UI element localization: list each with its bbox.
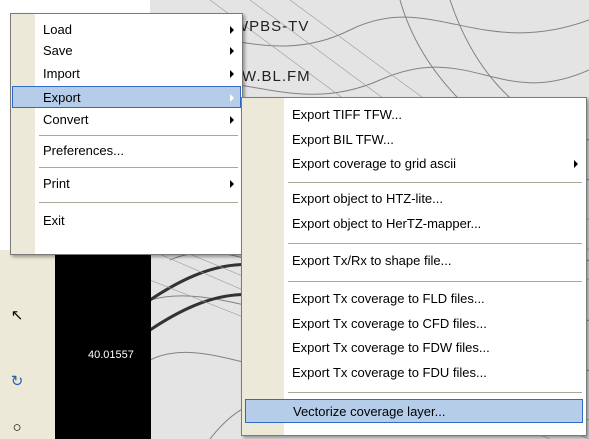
- menu-item-export-htz-lite[interactable]: Export object to HTZ-lite...: [244, 188, 584, 210]
- menu-separator: [39, 202, 238, 203]
- menu-item-save[interactable]: Save: [13, 40, 240, 62]
- menu-item-export-grid-ascii[interactable]: Export coverage to grid ascii: [244, 153, 584, 175]
- menu-separator: [39, 135, 238, 136]
- menu-item-label: Export object to HerTZ-mapper...: [292, 216, 482, 231]
- menu-item-convert[interactable]: Convert: [13, 109, 240, 131]
- menu-item-export-cfd[interactable]: Export Tx coverage to CFD files...: [244, 313, 584, 335]
- menu-separator: [288, 281, 582, 282]
- export-submenu: Export TIFF TFW... Export BIL TFW... Exp…: [241, 97, 587, 436]
- menu-item-label: Export: [43, 90, 81, 105]
- circle-tool-icon[interactable]: ○: [9, 420, 25, 436]
- menu-separator: [288, 182, 582, 183]
- menu-item-label: Export Tx coverage to FDU files...: [292, 365, 487, 380]
- info-panel: [55, 250, 151, 439]
- submenu-arrow-icon: [230, 47, 234, 55]
- menu-item-label: Export object to HTZ-lite...: [292, 191, 443, 206]
- map-station-label: WPBS-TV: [234, 18, 310, 35]
- submenu-arrow-icon: [230, 94, 234, 102]
- coordinate-readout: 40.01557: [88, 349, 134, 361]
- menu-item-label: Export Tx/Rx to shape file...: [292, 253, 452, 268]
- menu-item-label: Preferences...: [43, 143, 124, 158]
- tool-strip: ↖ ↻ ○: [0, 250, 56, 439]
- submenu-arrow-icon: [230, 26, 234, 34]
- menu-item-export-fdw[interactable]: Export Tx coverage to FDW files...: [244, 337, 584, 359]
- menu-item-export-bil[interactable]: Export BIL TFW...: [244, 129, 584, 151]
- menu-item-vectorize-coverage[interactable]: Vectorize coverage layer...: [245, 399, 583, 423]
- map-station-label: W.BL.FM: [242, 68, 311, 85]
- menu-item-print[interactable]: Print: [13, 173, 240, 195]
- menu-item-label: Convert: [43, 112, 89, 127]
- submenu-arrow-icon: [230, 180, 234, 188]
- submenu-arrow-icon: [230, 116, 234, 124]
- menu-item-label: Vectorize coverage layer...: [293, 404, 446, 419]
- menu-separator: [288, 243, 582, 244]
- menu-item-label: Import: [43, 66, 80, 81]
- menu-item-label: Save: [43, 43, 73, 58]
- file-menu: Load Save Import Export Convert Preferen…: [10, 13, 243, 255]
- menu-item-label: Export Tx coverage to CFD files...: [292, 316, 487, 331]
- menu-item-export-fld[interactable]: Export Tx coverage to FLD files...: [244, 288, 584, 310]
- submenu-arrow-icon: [230, 70, 234, 78]
- menu-item-import[interactable]: Import: [13, 63, 240, 85]
- menu-item-label: Export Tx coverage to FDW files...: [292, 340, 490, 355]
- submenu-arrow-icon: [574, 160, 578, 168]
- menu-item-label: Export BIL TFW...: [292, 132, 394, 147]
- menu-item-label: Print: [43, 176, 70, 191]
- menu-item-label: Load: [43, 22, 72, 37]
- pointer-tool-icon[interactable]: ↖: [9, 308, 25, 324]
- menu-item-label: Export Tx coverage to FLD files...: [292, 291, 485, 306]
- menu-item-exit[interactable]: Exit: [13, 210, 240, 232]
- menu-item-label: Export coverage to grid ascii: [292, 156, 457, 171]
- menu-item-label: Exit: [43, 213, 65, 228]
- menu-separator: [39, 167, 238, 168]
- app-window: WPBS-TV W.BL.FM ↖ ↻ ○ 40.01557 Load Save…: [0, 0, 589, 439]
- menu-item-export-shape-file[interactable]: Export Tx/Rx to shape file...: [244, 250, 584, 272]
- menu-item-export-hertz-mapper[interactable]: Export object to HerTZ-mapper...: [244, 213, 584, 235]
- menu-item-export[interactable]: Export: [12, 86, 241, 108]
- menu-item-load[interactable]: Load: [13, 19, 240, 41]
- menu-item-export-tiff[interactable]: Export TIFF TFW...: [244, 104, 584, 126]
- rotate-tool-icon[interactable]: ↻: [9, 374, 25, 390]
- menu-item-preferences[interactable]: Preferences...: [13, 140, 240, 162]
- menu-item-export-fdu[interactable]: Export Tx coverage to FDU files...: [244, 362, 584, 384]
- menu-item-label: Export TIFF TFW...: [292, 107, 403, 122]
- menu-separator: [288, 392, 582, 393]
